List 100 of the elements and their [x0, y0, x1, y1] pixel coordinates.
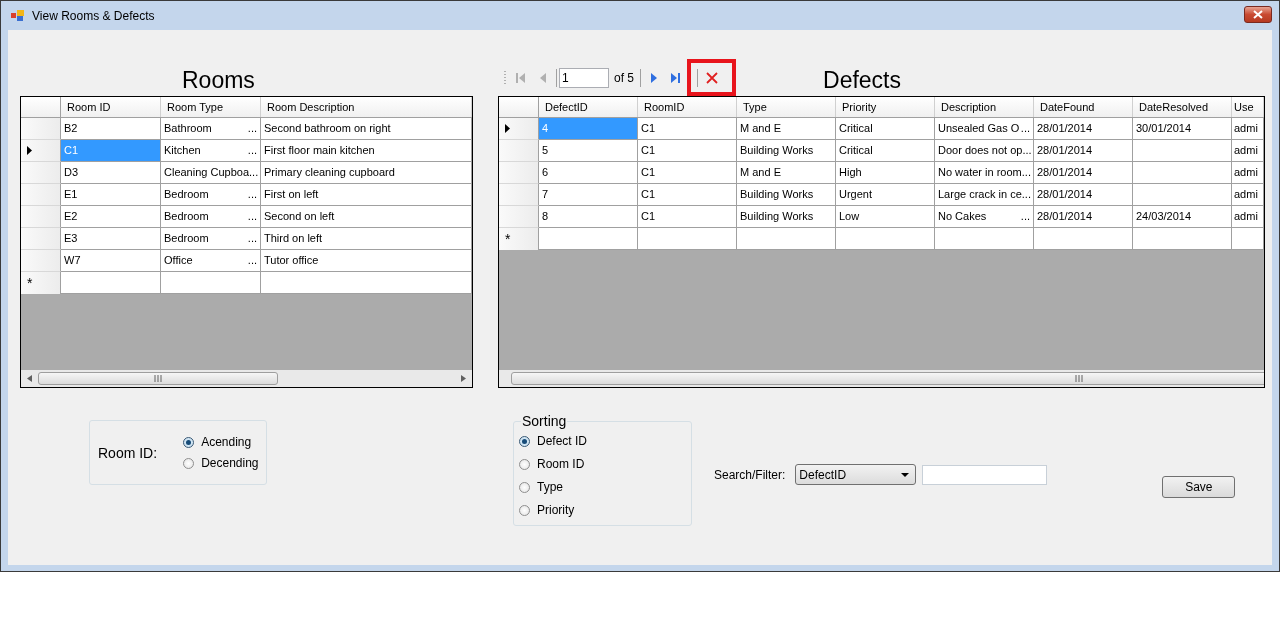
table-cell: Tutor office — [261, 250, 472, 272]
horizontal-scrollbar[interactable] — [21, 370, 472, 387]
table-cell: Unsealed Gas O... — [935, 118, 1034, 140]
sorting-legend: Sorting — [521, 414, 568, 428]
column-header[interactable]: Room Description — [261, 97, 472, 117]
table-cell: B2 — [61, 118, 161, 140]
table-cell: C1 — [638, 162, 737, 184]
column-header[interactable]: Description — [935, 97, 1034, 117]
page-number-field[interactable]: 1 — [559, 67, 609, 88]
table-cell: 8 — [539, 206, 638, 228]
table-cell: Low — [836, 206, 935, 228]
table-cell: First floor main kitchen — [261, 140, 472, 162]
scroll-right-icon[interactable] — [461, 375, 466, 382]
scroll-left-icon[interactable] — [27, 375, 32, 382]
table-cell: admi — [1232, 140, 1264, 162]
save-button[interactable]: Save — [1162, 476, 1236, 498]
table-cell: admi — [1232, 162, 1264, 184]
window-title: View Rooms & Defects — [32, 8, 156, 23]
table-cell: No Cakes ... — [935, 206, 1034, 228]
table-cell: admi — [1232, 118, 1264, 140]
first-page-icon — [516, 72, 526, 83]
table-cell: Building Works — [737, 206, 836, 228]
radio-button[interactable]: Decending — [183, 456, 259, 470]
column-header[interactable]: RoomID — [638, 97, 737, 117]
table-cell: Critical — [836, 140, 935, 162]
table-cell: Bedroom ... — [161, 228, 261, 250]
room-id-label: Room ID: — [98, 444, 158, 461]
table-cell: Third on left — [261, 228, 472, 250]
dropdown-arrow-icon — [901, 472, 910, 477]
table-cell: 7 — [539, 184, 638, 206]
table-cell: Building Works — [737, 184, 836, 206]
column-header[interactable]: Priority — [836, 97, 935, 117]
close-icon — [1253, 10, 1263, 19]
filter-dropdown[interactable]: DefectID — [795, 464, 917, 485]
app-icon — [11, 9, 25, 22]
last-page-icon — [671, 72, 681, 83]
table-cell: Primary cleaning cupboard — [261, 162, 472, 184]
table-cell: Bedroom ... — [161, 206, 261, 228]
table-cell: 30/01/2014 — [1133, 118, 1232, 140]
table-cell: W7 — [61, 250, 161, 272]
column-header[interactable]: Use — [1232, 97, 1264, 117]
row-header[interactable]: * — [499, 228, 539, 250]
search-filter-label: Search/Filter: — [714, 467, 786, 482]
row-header[interactable] — [21, 140, 61, 162]
table-cell: Bathroom ... — [161, 118, 261, 140]
grip-icon — [154, 375, 162, 382]
radio-button[interactable]: Type — [519, 480, 691, 494]
table-cell: 4 — [539, 118, 638, 140]
column-header[interactable]: Type — [737, 97, 836, 117]
rooms-heading: Rooms — [182, 66, 255, 94]
row-header[interactable] — [499, 118, 539, 140]
table-cell: C1 — [638, 140, 737, 162]
column-header[interactable]: DefectID — [539, 97, 638, 117]
table-cell: D3 — [61, 162, 161, 184]
radio-button[interactable]: Defect ID — [519, 434, 691, 448]
table-cell: Bedroom ... — [161, 184, 261, 206]
column-header[interactable]: Room Type — [161, 97, 261, 117]
delete-icon — [706, 71, 718, 84]
column-header[interactable]: DateResolved — [1133, 97, 1232, 117]
radio-button[interactable]: Priority — [519, 503, 691, 517]
table-cell: C1 — [61, 140, 161, 162]
table-cell: 5 — [539, 140, 638, 162]
horizontal-scrollbar[interactable] — [499, 370, 1264, 387]
table-cell: C1 — [638, 206, 737, 228]
table-cell: No water in room... — [935, 162, 1034, 184]
table-cell: E2 — [61, 206, 161, 228]
table-cell: First on left — [261, 184, 472, 206]
row-header[interactable]: * — [21, 272, 61, 294]
table-cell: M and E — [737, 118, 836, 140]
grip-icon — [1075, 375, 1083, 382]
radio-button[interactable]: Acending — [183, 435, 259, 449]
search-field[interactable] — [922, 464, 1048, 485]
table-cell: 6 — [539, 162, 638, 184]
delete-button[interactable] — [687, 59, 736, 96]
table-cell: admi — [1232, 206, 1264, 228]
table-cell: Kitchen ... — [161, 140, 261, 162]
table-cell: 28/01/2014 — [1034, 118, 1133, 140]
table-cell: M and E — [737, 162, 836, 184]
table-cell: Second on left — [261, 206, 472, 228]
table-cell: Cleaning Cupboa... — [161, 162, 261, 184]
table-cell: Large crack in ce... — [935, 184, 1034, 206]
column-header[interactable]: Room ID — [61, 97, 161, 117]
table-cell: Office ... — [161, 250, 261, 272]
table-cell: C1 — [638, 118, 737, 140]
table-cell: Door does not op... — [935, 140, 1034, 162]
defects-heading: Defects — [823, 66, 901, 94]
table-cell: Critical — [836, 118, 935, 140]
column-header[interactable]: DateFound — [1034, 97, 1133, 117]
table-cell: Building Works — [737, 140, 836, 162]
table-cell: High — [836, 162, 935, 184]
table-cell: C1 — [638, 184, 737, 206]
table-cell: 28/01/2014 — [1034, 162, 1133, 184]
close-button[interactable] — [1244, 6, 1272, 23]
table-cell: E1 — [61, 184, 161, 206]
previous-icon — [540, 72, 546, 83]
table-cell: 28/01/2014 — [1034, 140, 1133, 162]
next-icon — [651, 72, 657, 83]
page-count: of 5 — [614, 70, 634, 85]
radio-button[interactable]: Room ID — [519, 457, 691, 471]
table-cell: 28/01/2014 — [1034, 206, 1133, 228]
